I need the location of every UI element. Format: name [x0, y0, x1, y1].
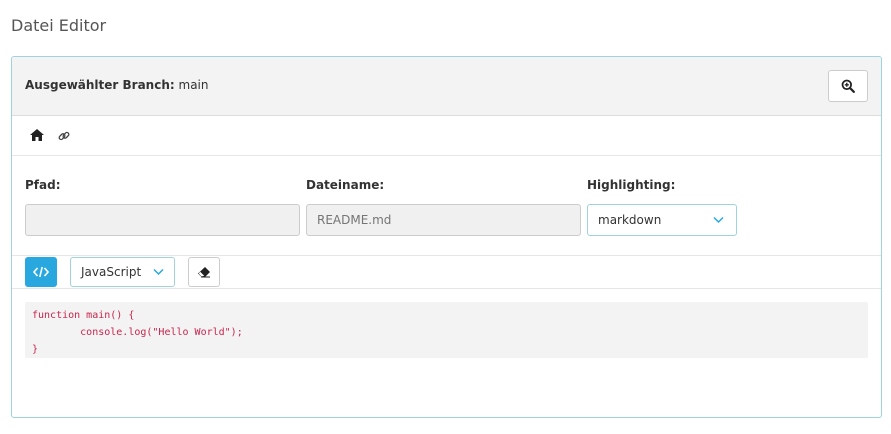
- editor-toolbar: JavaScript: [12, 255, 881, 289]
- chevron-down-icon: [713, 216, 724, 224]
- eraser-icon: [198, 267, 210, 278]
- highlighting-label: Highlighting:: [587, 178, 676, 192]
- filename-label: Dateiname:: [306, 178, 385, 192]
- page-title: Datei Editor: [11, 16, 107, 35]
- highlighting-value: markdown: [598, 213, 662, 227]
- chevron-down-icon: [153, 268, 164, 276]
- search-plus-icon: [841, 79, 855, 93]
- branch-value: main: [178, 78, 209, 92]
- eraser-button[interactable]: [188, 257, 220, 287]
- file-editor-panel: Ausgewählter Branch: main Pfad: Dateinam…: [11, 56, 882, 418]
- code-icon: [33, 266, 49, 278]
- filename-input[interactable]: [306, 204, 581, 236]
- highlighting-select[interactable]: markdown: [587, 204, 737, 236]
- link-icon[interactable]: [58, 130, 70, 142]
- zoom-button[interactable]: [828, 70, 868, 102]
- code-editor[interactable]: function main() { console.log("Hello Wor…: [25, 302, 868, 358]
- nav-row: [12, 117, 881, 156]
- path-input[interactable]: [25, 204, 300, 236]
- code-line: function main() {: [32, 310, 135, 321]
- branch-label: Ausgewählter Branch:: [25, 78, 175, 92]
- code-line: console.log("Hello World");: [32, 327, 243, 338]
- language-value: JavaScript: [81, 265, 142, 279]
- code-view-button[interactable]: [25, 257, 57, 287]
- home-icon[interactable]: [29, 128, 45, 142]
- code-line: }: [32, 344, 39, 355]
- branch-info: Ausgewählter Branch: main: [25, 78, 208, 92]
- language-select[interactable]: JavaScript: [70, 257, 175, 287]
- panel-header: Ausgewählter Branch: main: [12, 57, 881, 116]
- path-label: Pfad:: [25, 178, 61, 192]
